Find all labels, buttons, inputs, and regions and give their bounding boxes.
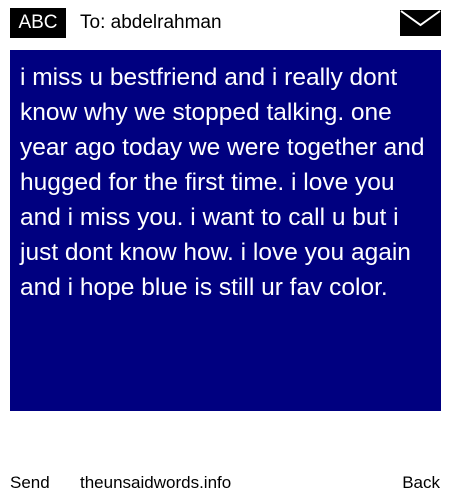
envelope-icon <box>400 10 441 36</box>
message-body-panel[interactable]: i miss u bestfriend and i really dont kn… <box>10 50 441 411</box>
send-softkey[interactable]: Send <box>10 470 50 496</box>
header-bar: ABC To: abdelrahman <box>0 0 450 46</box>
back-softkey[interactable]: Back <box>402 470 440 496</box>
site-label: theunsaidwords.info <box>80 473 232 492</box>
message-text: i miss u bestfriend and i really dont kn… <box>20 64 425 301</box>
softkey-bar: Send theunsaidwords.info Back <box>0 470 450 500</box>
input-mode-badge[interactable]: ABC <box>10 8 66 38</box>
recipient-label: To: abdelrahman <box>80 12 222 33</box>
